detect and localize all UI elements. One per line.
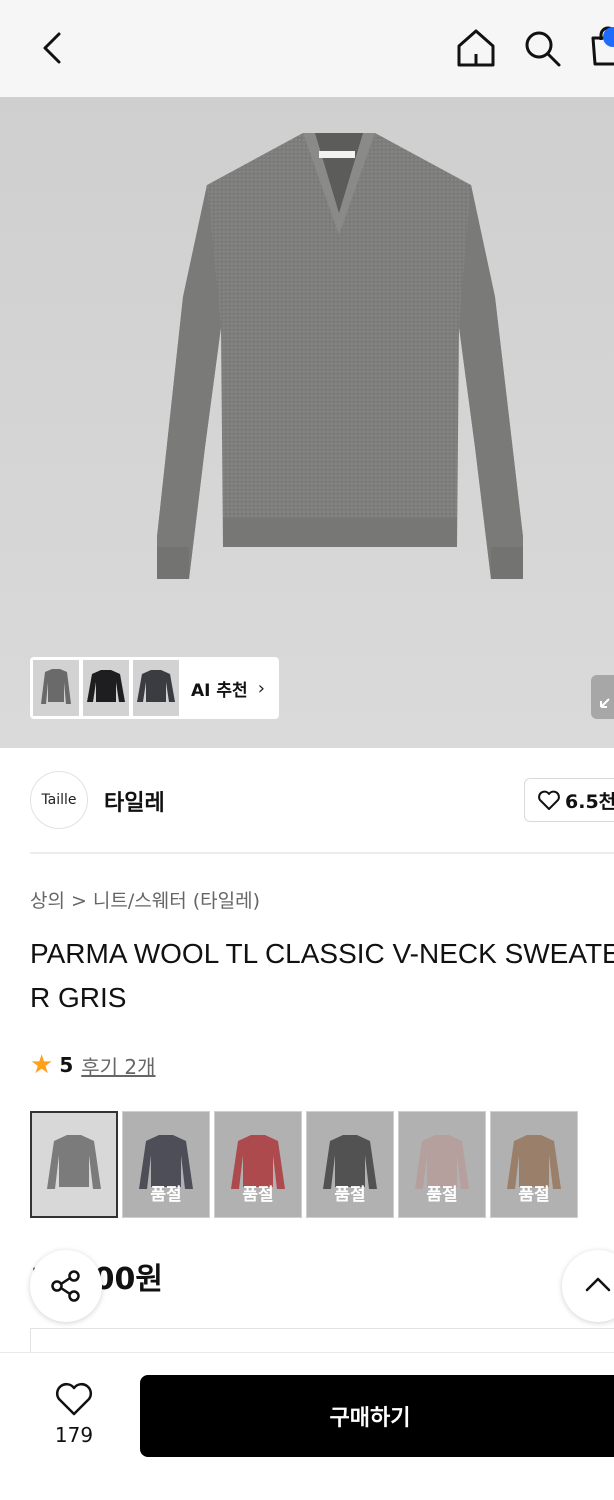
wish-count: 179 [54, 1423, 94, 1447]
color-swatch[interactable]: 품절 [122, 1111, 210, 1218]
brand-name[interactable]: 타일레 [104, 785, 165, 817]
rating-row: ★ 5 후기 2개 [30, 1050, 156, 1080]
color-swatch[interactable]: 품절 [306, 1111, 394, 1218]
heart-icon [538, 790, 560, 810]
ai-thumbnail-charcoal [133, 660, 179, 716]
color-swatch[interactable]: 품절 [398, 1111, 486, 1218]
heart-icon [56, 1383, 92, 1416]
chevron-up-icon [585, 1277, 611, 1292]
soldout-label: 품절 [242, 1185, 274, 1205]
review-link[interactable]: 후기 2개 [81, 1051, 155, 1080]
search-icon[interactable] [518, 24, 566, 72]
bottom-action-bar: 179 구매하기 [0, 1352, 614, 1500]
sweater-image [157, 133, 523, 579]
brand-logo[interactable]: Taille [30, 771, 88, 829]
color-swatch[interactable]: 품절 [214, 1111, 302, 1218]
divider [30, 852, 614, 854]
scroll-top-button[interactable] [562, 1250, 614, 1322]
back-icon[interactable] [30, 24, 78, 72]
color-options: 품절 품절 품절 품절 품절 [30, 1111, 582, 1218]
soldout-label: 품절 [518, 1185, 550, 1205]
breadcrumb-category[interactable]: 상의 [30, 890, 65, 912]
swatch-sweater-image [47, 1134, 101, 1189]
brand-like-count: 6.5천 [565, 790, 614, 813]
zoom-icon[interactable] [591, 675, 614, 719]
breadcrumb: 상의 > 니트/스웨터 (타일레) [30, 886, 260, 913]
rating-score: 5 [59, 1053, 74, 1077]
product-title: PARMA WOOL TL CLASSIC V-NECK SWEATER GRI… [30, 938, 614, 1013]
product-page: AI 추천 › Taille 타일레 6.5천 상의 > 니트/스웨터 (타일레) … [0, 0, 614, 1500]
buy-button[interactable]: 구매하기 [140, 1375, 614, 1457]
brand-like-button[interactable]: 6.5천 [524, 778, 614, 822]
star-icon: ★ [30, 1050, 54, 1080]
share-icon [51, 1270, 80, 1302]
share-button[interactable] [30, 1250, 102, 1322]
chevron-right-icon: › [257, 677, 265, 699]
product-image[interactable]: AI 추천 › [0, 97, 614, 748]
breadcrumb-separator: > [70, 890, 87, 912]
ai-recommend-label: AI 추천 [191, 680, 248, 701]
wish-button[interactable]: 179 [48, 1381, 100, 1447]
color-swatch[interactable]: 품절 [490, 1111, 578, 1218]
ai-thumbnail-black [83, 660, 129, 716]
soldout-label: 품절 [334, 1185, 366, 1205]
home-icon[interactable] [452, 24, 500, 72]
breadcrumb-subcategory[interactable]: 니트/스웨터 (타일레) [93, 890, 260, 912]
soldout-label: 품절 [426, 1185, 458, 1205]
ai-recommendation-button[interactable]: AI 추천 › [30, 657, 279, 719]
soldout-label: 품절 [150, 1185, 182, 1205]
color-swatch[interactable] [30, 1111, 118, 1218]
top-navigation-bar [0, 0, 614, 97]
ai-thumbnail-gray [33, 660, 79, 716]
